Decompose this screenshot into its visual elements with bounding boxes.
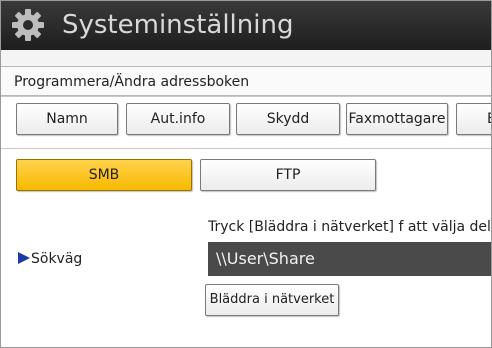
browse-network-button[interactable]: Bläddra i nätverket: [205, 284, 339, 316]
path-field[interactable]: \\User\Share: [208, 242, 492, 276]
path-label: Sökväg: [31, 251, 83, 267]
section-title: Programmera/Ändra adressboken: [0, 66, 492, 96]
marker-icon: [18, 252, 30, 264]
tab-e[interactable]: E: [456, 103, 492, 135]
title-bar: Systeminställning: [0, 0, 492, 50]
tab-namn[interactable]: Namn: [16, 103, 118, 135]
path-label-row: Sökväg: [18, 251, 82, 267]
tab-aut-info[interactable]: Aut.info: [126, 103, 230, 135]
gear-icon: [12, 9, 44, 41]
tab-faxmottagare[interactable]: Faxmottagare: [346, 103, 448, 135]
tab-skydd[interactable]: Skydd: [236, 103, 340, 135]
smb-button[interactable]: SMB: [16, 159, 192, 191]
path-hint: Tryck [Bläddra i nätverket] f att välja …: [208, 219, 492, 235]
subheader-bar: Programmera/Ändra adressboken: [0, 50, 492, 97]
page-title: Systeminställning: [62, 10, 294, 40]
ftp-button[interactable]: FTP: [200, 159, 376, 191]
